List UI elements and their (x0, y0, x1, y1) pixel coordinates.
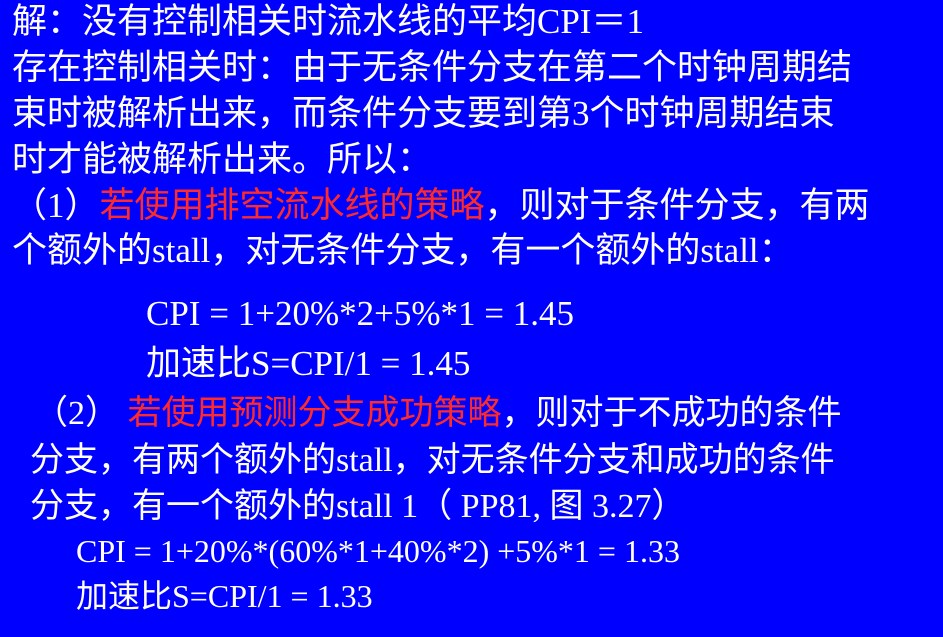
case1-heading: （1）若使用排空流水线的策略，则对于条件分支，有两 (12, 188, 870, 223)
slide: 解：没有控制相关时流水线的平均CPI＝1 存在控制相关时：由于无条件分支在第二个… (0, 0, 943, 637)
control-hazard-line-2: 束时被解析出来，而条件分支要到第3个时钟周期结束 (12, 94, 835, 133)
formula-cpi-1: CPI = 1+20%*2+5%*1 = 1.45 (146, 294, 574, 333)
case2-stall-line-1: 分支，有两个额外的stall，对无条件分支和成功的条件 (30, 442, 835, 479)
case2-condition: ，则对于不成功的条件 (501, 395, 842, 432)
case2-stall-line-2: 分支，有一个额外的stall 1（ PP81, 图 3.27） (30, 488, 686, 525)
case1-condition: ，则对于条件分支，有两 (484, 186, 870, 225)
case2-strategy: 若使用预测分支成功策略 (127, 395, 502, 432)
control-hazard-line-1: 存在控制相关时：由于无条件分支在第二个时钟周期结 (12, 48, 853, 87)
formula-speedup-1: 加速比S=CPI/1 = 1.45 (146, 344, 471, 383)
case2-heading: （2） 若使用预测分支成功策略，则对于不成功的条件 (34, 397, 842, 431)
case2-number: （2） (34, 395, 128, 432)
answer-intro-line: 解：没有控制相关时流水线的平均CPI＝1 (12, 2, 644, 41)
case1-strategy: 若使用排空流水线的策略 (99, 186, 485, 225)
formula-speedup-2: 加速比S=CPI/1 = 1.33 (76, 578, 373, 614)
control-hazard-line-3: 时才能被解析出来。所以： (12, 140, 433, 179)
case1-number: （1） (12, 186, 100, 225)
formula-cpi-2: CPI = 1+20%*(60%*1+40%*2) +5%*1 = 1.33 (76, 533, 680, 569)
case1-stall-line: 个额外的stall，对无条件分支，有一个额外的stall： (12, 231, 794, 270)
